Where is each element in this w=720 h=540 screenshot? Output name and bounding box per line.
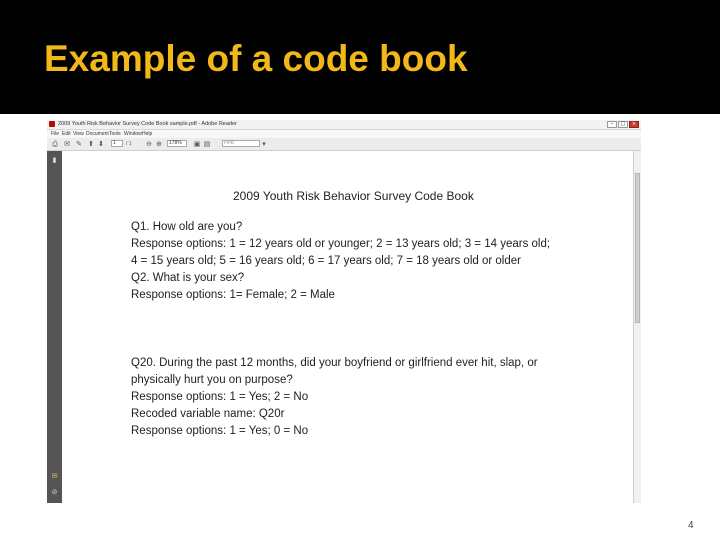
doc-line: Q20. During the past 12 months, did your… [131, 357, 538, 369]
fit-page-icon[interactable]: ▣ [193, 140, 201, 148]
adobe-reader-icon [49, 121, 55, 127]
slide-page-number: 4 [688, 520, 694, 531]
minimize-button[interactable]: – [607, 121, 617, 128]
doc-line: 4 = 15 years old; 5 = 16 years old; 6 = … [131, 255, 521, 267]
fit-width-icon[interactable]: ▤ [203, 140, 211, 148]
menu-help[interactable]: Help [142, 130, 152, 138]
previous-page-icon[interactable]: ⬆ [87, 140, 95, 148]
menu-document[interactable]: Document [86, 130, 109, 138]
title-bar: 2009 Youth Risk Behavior Survey Code Boo… [47, 120, 641, 130]
doc-line: Q2. What is your sex? [131, 272, 245, 284]
print-icon[interactable]: ⎙ [51, 140, 59, 148]
menu-window[interactable]: Window [124, 130, 142, 138]
slide-header: Example of a code book [0, 0, 720, 114]
close-button[interactable]: × [629, 121, 639, 128]
maximize-button[interactable]: □ [618, 121, 628, 128]
comments-panel-icon[interactable]: ✉ [51, 473, 58, 480]
document-heading: 2009 Youth Risk Behavior Survey Code Boo… [233, 189, 474, 203]
reader-window: 2009 Youth Risk Behavior Survey Code Boo… [47, 120, 641, 503]
menu-view[interactable]: View [73, 130, 84, 138]
doc-line: physically hurt you on purpose? [131, 374, 293, 386]
toolbar: ⎙ ✉ ✎ ⬆ ⬇ 1 / 1 ⊖ ⊕ 178% ▣ ▤ Find ▾ [47, 138, 641, 151]
document-area [62, 151, 633, 503]
doc-line: Response options: 1 = Yes; 2 = No [131, 391, 309, 403]
page-total: / 1 [126, 141, 132, 147]
email-icon[interactable]: ✉ [63, 140, 71, 148]
menu-tools[interactable]: Tools [109, 130, 121, 138]
zoom-in-icon[interactable]: ⊕ [155, 140, 163, 148]
scrollbar-thumb[interactable] [635, 173, 640, 323]
slide-title: Example of a code book [44, 38, 468, 79]
vertical-scrollbar[interactable] [633, 151, 641, 503]
doc-line: Response options: 1 = 12 years old or yo… [131, 238, 551, 250]
doc-line: Response options: 1= Female; 2 = Male [131, 289, 335, 301]
page-number-input[interactable]: 1 [111, 140, 123, 147]
attachments-panel-icon[interactable]: ⊘ [51, 489, 58, 496]
menu-file[interactable]: File [51, 130, 59, 138]
zoom-out-icon[interactable]: ⊖ [145, 140, 153, 148]
navigation-pane: ▮ ✉ ⊘ [47, 151, 62, 503]
next-page-icon[interactable]: ⬇ [97, 140, 105, 148]
pages-panel-icon[interactable]: ▮ [51, 157, 58, 164]
window-title: 2009 Youth Risk Behavior Survey Code Boo… [58, 121, 237, 127]
find-dropdown-icon[interactable]: ▾ [260, 140, 268, 148]
zoom-select[interactable]: 178% [167, 140, 187, 147]
comment-icon[interactable]: ✎ [75, 140, 83, 148]
doc-line: Q1. How old are you? [131, 221, 243, 233]
menu-bar: File Edit View Document Tools Window Hel… [47, 130, 641, 138]
doc-line: Recoded variable name: Q20r [131, 408, 285, 420]
find-input[interactable]: Find [222, 140, 260, 147]
menu-edit[interactable]: Edit [62, 130, 71, 138]
doc-line: Response options: 1 = Yes; 0 = No [131, 425, 309, 437]
